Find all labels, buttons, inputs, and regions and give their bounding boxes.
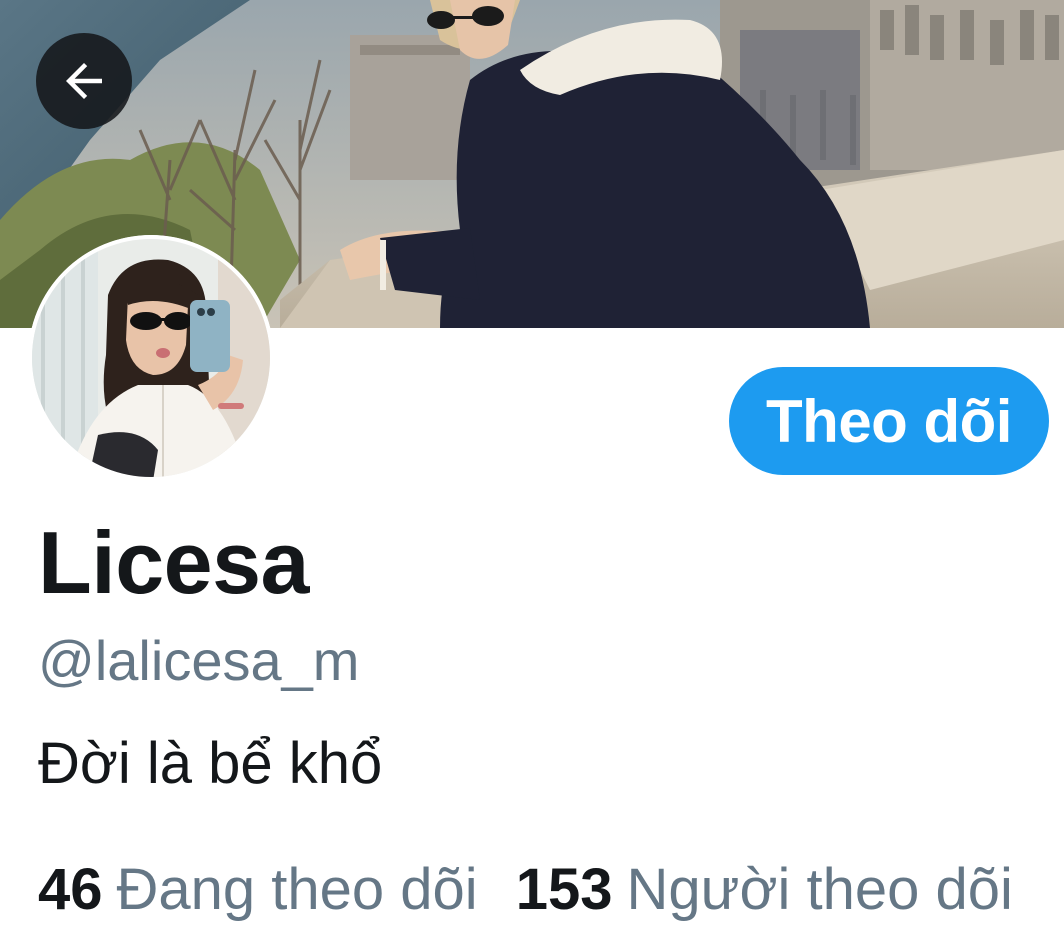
back-button[interactable] (36, 33, 132, 129)
following-stat[interactable]: 46 Đang theo dõi (38, 856, 478, 923)
username-handle: @lalicesa_m (38, 629, 360, 692)
followers-count: 153 (515, 857, 613, 922)
avatar[interactable] (28, 235, 274, 481)
profile-bio: Đời là bể khổ (38, 731, 383, 796)
following-count: 46 (38, 857, 103, 922)
profile-page: Theo dõi Licesa @lalicesa_m Đời là bể kh… (0, 0, 1064, 947)
followers-label: Người theo dõi (626, 857, 1013, 922)
follow-stats: 46 Đang theo dõi 153 Người theo dõi (38, 856, 1064, 923)
follow-button[interactable]: Theo dõi (729, 367, 1049, 475)
arrow-left-icon (57, 54, 111, 108)
followers-stat[interactable]: 153 Người theo dõi (516, 856, 1013, 923)
following-label: Đang theo dõi (116, 857, 478, 922)
display-name: Licesa (38, 513, 309, 612)
